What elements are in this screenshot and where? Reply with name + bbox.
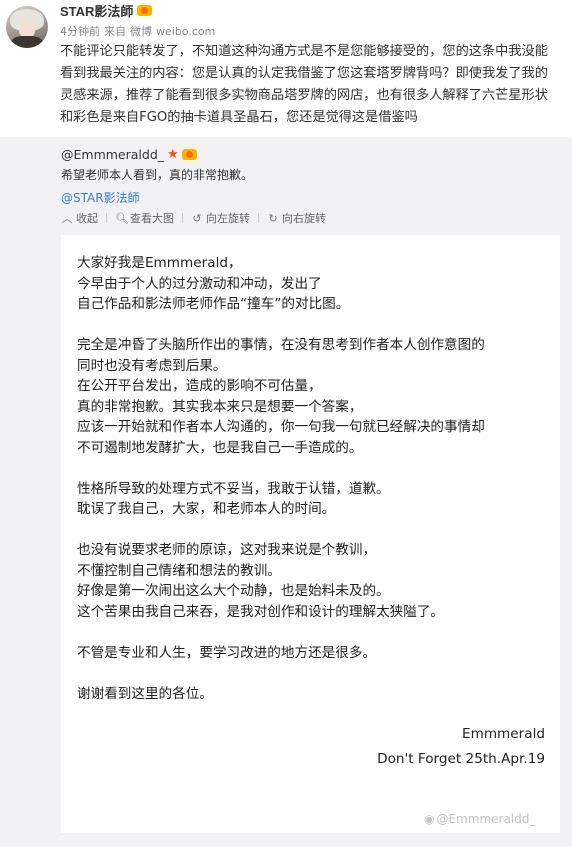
letter-line: 不懂控制自己情绪和想法的教训。 <box>77 562 281 579</box>
letter-paragraph: 不管是专业和人生，要学习改进的地方还是很多。 <box>77 643 552 664</box>
letter-paragraph: 谢谢看到这里的各位。 <box>77 684 552 705</box>
letter-body: 大家好我是Emmmerald， 今早由于个人的过分激动和冲动，发出了自己作品和影法… <box>77 253 552 725</box>
letter-paragraph: 也没有说要求老师的原谅，这对我来说是个教训， 不懂控制自己情绪和想法的教训。好像是… <box>77 540 552 622</box>
weibo-logo-icon: ◉ <box>424 812 435 826</box>
letter-paragraph: 大家好我是Emmmerald， 今早由于个人的过分激动和冲动，发出了自己作品和影法… <box>77 253 552 315</box>
letter-line: 同时也没有考虑到后果。 <box>77 357 227 374</box>
rotate-right-icon: ↻ <box>268 211 278 225</box>
rotate-right-button[interactable]: ↻ 向右旋转 <box>267 210 326 226</box>
rotate-left-icon: ↺ <box>192 211 202 225</box>
letter-line: 谢谢看到这里的各位。 <box>77 685 213 702</box>
signature-date: Don't Forget 25th.Apr.19 <box>377 751 545 767</box>
avatar[interactable] <box>6 6 48 48</box>
toolbar-divider <box>182 213 183 223</box>
letter-line: 不管是专业和人生，要学习改进的地方还是很多。 <box>77 644 377 661</box>
letter-line: 在公开平台发出，造成的影响不可估量， <box>77 378 322 394</box>
repost-block: @Emmmeraldd_ ★ 希望老师本人看到，真的非常抱歉。 @STAR影法師… <box>0 137 572 847</box>
rotate-right-label: 向右旋转 <box>282 212 326 225</box>
repost-author-row: @Emmmeraldd_ ★ <box>61 145 197 163</box>
collapse-label: 收起 <box>76 212 98 225</box>
view-large-button[interactable]: 🔍︎ 查看大图 <box>115 210 174 226</box>
post-source-prefix: 来自 <box>104 25 126 38</box>
letter-line: 真的非常抱歉。其实我本来只是想要一个答案， <box>77 398 363 415</box>
letter-line: 不可遏制地发酵扩大，也是我自己一手造成的。 <box>77 439 363 456</box>
chevron-up-icon: ︿ <box>61 212 73 225</box>
view-large-label: 查看大图 <box>130 212 174 225</box>
signature-name: Emmmerald <box>461 726 545 742</box>
image-toolbar: ︿ 收起 🔍︎ 查看大图 ↺ 向左旋转 ↻ 向右旋转 <box>61 210 327 226</box>
collapse-button[interactable]: ︿ 收起 <box>61 210 99 226</box>
letter-paragraph: 完全是冲昏了头脑所作出的事情，在没有思考到作者本人创作意图的 同时也没有考虑到后果… <box>77 335 552 458</box>
repost-author-name[interactable]: @Emmmeraldd_ <box>61 147 164 162</box>
rotate-left-button[interactable]: ↺ 向左旋转 <box>191 210 250 226</box>
image-watermark: ◉ @Emmmeraldd_ <box>424 812 535 826</box>
letter-line: 性格所导致的处理方式不妥当，我敢于认错，道歉。 <box>77 480 390 497</box>
letter-line: 自己作品和影法师老师作品“撞车”的对比图。 <box>77 296 350 312</box>
star-icon: ★ <box>167 146 179 162</box>
original-post: STAR影法師 4分钟前 来自 微博 weibo.com 不能评论只能转发了，不知道这… <box>0 0 572 137</box>
post-author-row: STAR影法師 <box>60 1 153 20</box>
letter-line: 今早由于个人的过分激动和冲动，发出了 <box>77 275 322 292</box>
letter-line: 这个苦果由我自己来吞，是我对创作和设计的理解太狭隘了。 <box>77 603 445 620</box>
post-source[interactable]: 微博 <box>130 25 152 38</box>
repost-mention-link[interactable]: @STAR影法師 <box>61 189 140 206</box>
letter-line: 大家好我是Emmmerald， <box>77 255 242 271</box>
toolbar-divider <box>258 213 259 223</box>
letter-line: 完全是冲昏了头脑所作出的事情，在没有思考到作者本人创作意图的 <box>77 337 485 353</box>
post-meta: 4分钟前 来自 微博 weibo.com <box>60 23 219 39</box>
letter-line: 应该一开始就和作者本人沟通的，你一句我一句就已经解决的事情却 <box>77 419 485 435</box>
letter-paragraph: 性格所导致的处理方式不妥当，我敢于认错，道歉。 耽误了我自己，大家，和老师本人的时… <box>77 479 552 520</box>
letter-line: 也没有说要求老师的原谅，这对我来说是个教训， <box>77 542 377 558</box>
toolbar-divider <box>106 213 107 223</box>
rotate-left-label: 向左旋转 <box>206 212 250 225</box>
post-author-name[interactable]: STAR影法師 <box>60 1 133 20</box>
vip-badge-icon <box>181 148 197 160</box>
repost-text: 希望老师本人看到，真的非常抱歉。 <box>61 168 254 182</box>
letter-line: 好像是第一次闹出这么大个动静，也是始料未及的。 <box>77 583 390 599</box>
letter-line: 耽误了我自己，大家，和老师本人的时间。 <box>77 501 336 517</box>
post-text: 不能评论只能转发了，不知道这种沟通方式是不是您能够接受的，您的这条中我没能看到我… <box>60 44 548 125</box>
magnifier-icon: 🔍︎ <box>115 211 129 225</box>
letter-signature: Emmmerald Don't Forget 25th.Apr.19 <box>377 722 545 772</box>
letter-image[interactable]: 大家好我是Emmmerald， 今早由于个人的过分激动和冲动，发出了自己作品和影法… <box>61 235 560 833</box>
post-domain: weibo.com <box>156 25 216 38</box>
post-time[interactable]: 4分钟前 <box>60 25 100 38</box>
vip-badge-icon <box>137 4 153 16</box>
watermark-text: @Emmmeraldd_ <box>436 812 536 826</box>
